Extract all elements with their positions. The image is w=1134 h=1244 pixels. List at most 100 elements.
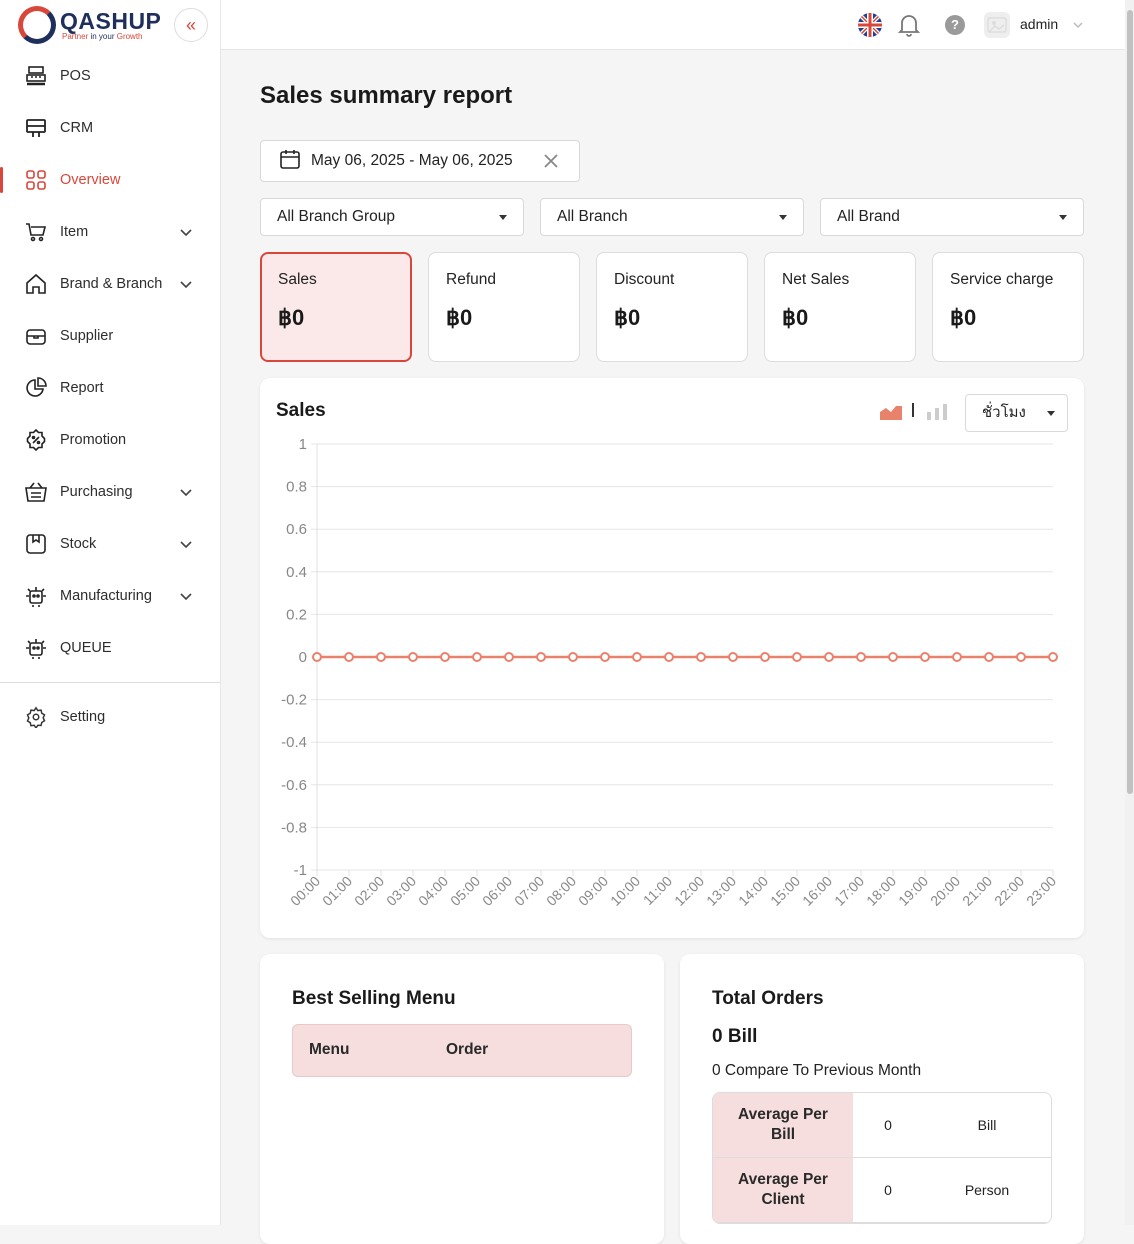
sidebar-item-brand-branch[interactable]: Brand & Branch <box>0 258 220 310</box>
sidebar-item-manufacturing[interactable]: Manufacturing <box>0 570 220 622</box>
card-value: ฿0 <box>950 305 977 330</box>
y-tick-label: 0.4 <box>286 564 307 581</box>
x-tick-label: 20:00 <box>927 873 963 909</box>
data-point <box>952 652 962 662</box>
x-tick-label: 18:00 <box>863 873 899 909</box>
logo-tagline: Partner in your Growth <box>62 32 143 41</box>
sidebar-item-label: Item <box>60 224 89 240</box>
x-tick-label: 11:00 <box>640 873 676 909</box>
sidebar-item-promotion[interactable]: Promotion <box>0 414 220 466</box>
sidebar-item-purchasing[interactable]: Purchasing <box>0 466 220 518</box>
branch-group-select[interactable]: All Branch Group <box>260 198 524 236</box>
x-tick-label: 01:00 <box>319 873 355 909</box>
avatar[interactable] <box>984 12 1010 38</box>
brand-select[interactable]: All Brand <box>820 198 1084 236</box>
x-tick-label: 19:00 <box>895 873 931 909</box>
sidebar-item-label: Manufacturing <box>60 588 152 604</box>
sidebar-item-queue[interactable]: QUEUE <box>0 622 220 674</box>
bar-chart-icon[interactable] <box>926 402 948 425</box>
clear-date-icon[interactable] <box>543 153 559 174</box>
data-point <box>1016 652 1026 662</box>
card-refund[interactable]: Refund ฿0 <box>428 252 580 362</box>
sidebar-item-pos[interactable]: POS <box>0 50 220 102</box>
data-point <box>824 652 834 662</box>
cart-icon <box>24 220 48 244</box>
sidebar-item-supplier[interactable]: Supplier <box>0 310 220 362</box>
date-range-picker[interactable]: May 06, 2025 - May 06, 2025 <box>260 140 580 182</box>
box-icon <box>24 324 48 348</box>
sidebar-item-label: Brand & Branch <box>60 276 163 292</box>
x-tick-label: 03:00 <box>383 873 419 909</box>
uk-flag-icon[interactable] <box>858 13 882 37</box>
caret-down-icon <box>1059 215 1067 220</box>
basket-icon <box>24 480 48 504</box>
chart-title: Sales <box>276 400 326 421</box>
total-orders-title: Total Orders <box>712 988 824 1009</box>
grid-icon <box>24 168 48 192</box>
chevron-down-icon[interactable] <box>178 588 194 604</box>
compare-previous-month: 0 Compare To Previous Month <box>712 1062 922 1079</box>
caret-down-icon <box>1047 411 1055 416</box>
logo-name: QASHUP <box>60 8 162 34</box>
page-title: Sales summary report <box>260 82 513 109</box>
row-header: Average Per Bill <box>713 1093 853 1157</box>
data-point <box>600 652 610 662</box>
row-unit: Person <box>964 1182 1010 1198</box>
x-tick-label: 21:00 <box>959 873 995 909</box>
y-tick-label: -1 <box>294 862 307 879</box>
data-point <box>344 652 354 662</box>
x-tick-label: 15:00 <box>767 873 803 909</box>
card-discount[interactable]: Discount ฿0 <box>596 252 748 362</box>
column-header-menu[interactable]: Menu <box>309 1041 349 1059</box>
data-point <box>888 652 898 662</box>
card-sales[interactable]: Sales ฿0 <box>260 252 412 362</box>
y-tick-label: 1 <box>299 436 307 453</box>
cash-register-icon <box>24 64 48 88</box>
data-point <box>504 652 514 662</box>
qashup-logo[interactable]: QASHUP Partner in your Growth <box>18 6 161 44</box>
card-label: Refund <box>446 271 496 288</box>
username[interactable]: admin <box>1020 16 1058 32</box>
sidebar-nav: POS CRM Overview Item Brand & Branch Supplier… <box>0 50 220 674</box>
sidebar-item-crm[interactable]: CRM <box>0 102 220 154</box>
y-tick-label: -0.2 <box>281 692 307 709</box>
row-header: Average Per Client <box>713 1158 853 1222</box>
x-tick-label: 09:00 <box>575 873 611 909</box>
scrollbar-thumb[interactable] <box>1127 10 1133 794</box>
data-point <box>536 652 546 662</box>
sidebar-item-setting[interactable]: Setting <box>0 691 220 743</box>
best-selling-table-header: Menu Order <box>292 1024 632 1077</box>
column-header-order[interactable]: Order <box>446 1041 488 1059</box>
bill-count: 0 Bill <box>712 1026 758 1047</box>
chevron-down-icon[interactable] <box>178 536 194 552</box>
help-icon[interactable]: ? <box>945 15 965 35</box>
card-service-charge[interactable]: Service charge ฿0 <box>932 252 1084 362</box>
caret-down-icon <box>499 215 507 220</box>
sidebar-item-label: QUEUE <box>60 640 112 656</box>
data-point <box>472 652 482 662</box>
sidebar-item-report[interactable]: Report <box>0 362 220 414</box>
card-net-sales[interactable]: Net Sales ฿0 <box>764 252 916 362</box>
card-label: Service charge <box>950 271 1054 288</box>
house-icon <box>24 272 48 296</box>
sidebar-item-stock[interactable]: Stock <box>0 518 220 570</box>
branch-select[interactable]: All Branch <box>540 198 804 236</box>
row-value: 0 <box>884 1182 892 1198</box>
x-tick-label: 17:00 <box>831 873 867 909</box>
sidebar-item-overview[interactable]: Overview <box>0 154 220 206</box>
chevron-down-icon[interactable] <box>178 484 194 500</box>
sidebar-item-item[interactable]: Item <box>0 206 220 258</box>
stock-tag-icon <box>24 532 48 556</box>
x-tick-label: 12:00 <box>671 873 707 909</box>
chevron-down-icon[interactable] <box>178 224 194 240</box>
chevron-down-icon[interactable] <box>1071 18 1085 37</box>
data-point <box>664 652 674 662</box>
collapse-sidebar-button[interactable]: « <box>174 8 208 42</box>
best-selling-title: Best Selling Menu <box>292 988 456 1009</box>
bell-icon[interactable] <box>897 13 921 42</box>
period-select[interactable]: ชั่วโมง <box>965 394 1068 432</box>
area-chart-icon[interactable] <box>880 402 902 425</box>
data-point <box>856 652 866 662</box>
chevron-down-icon[interactable] <box>178 276 194 292</box>
x-tick-label: 00:00 <box>287 873 323 909</box>
